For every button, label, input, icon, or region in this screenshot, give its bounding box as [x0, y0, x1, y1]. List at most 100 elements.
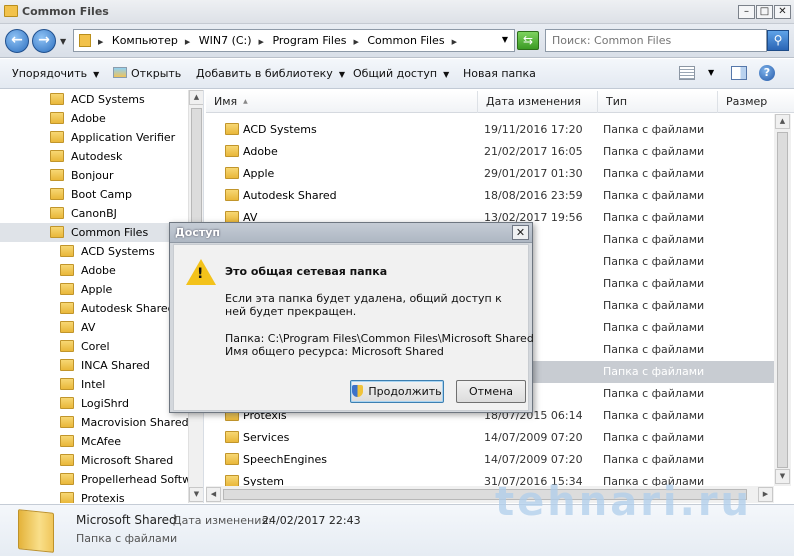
scroll-up-icon[interactable]: ▲ [189, 90, 203, 105]
organize-button[interactable]: Упорядочить ▼ [12, 67, 99, 80]
nav-tree-item[interactable]: Autodesk [0, 147, 188, 166]
file-row[interactable]: Apple 29/01/2017 01:30 Папка с файлами [206, 163, 774, 185]
scroll-right-icon[interactable]: ▶ [758, 487, 773, 502]
nav-tree-item[interactable]: Microsoft Shared [0, 451, 188, 470]
nav-tree-label: McAfee [81, 435, 122, 448]
search-icon[interactable]: ⚲ [767, 30, 789, 51]
continue-button[interactable]: Продолжить [350, 380, 444, 403]
nav-tree-item[interactable]: Adobe [0, 109, 188, 128]
folder-icon [60, 302, 74, 314]
warning-exclamation-icon: ! [197, 266, 204, 282]
column-date-label: Дата изменения [486, 95, 581, 108]
file-row[interactable]: Adobe 21/02/2017 16:05 Папка с файлами [206, 141, 774, 163]
nav-tree-item[interactable]: Propellerhead Softwar [0, 470, 202, 489]
file-date: 18/08/2016 23:59 [484, 189, 583, 202]
file-name-cell: Apple [225, 163, 274, 185]
nav-tree-label: CanonBJ [71, 207, 117, 220]
chevron-down-icon: ▼ [443, 70, 450, 79]
nav-tree-item[interactable]: Bonjour [0, 166, 188, 185]
dialog-title: Доступ [175, 226, 221, 239]
file-name: Autodesk Shared [243, 189, 337, 202]
nav-tree-item[interactable]: Intel [0, 375, 188, 394]
file-name: Services [243, 431, 290, 444]
chevron-right-icon[interactable]: ▶ [353, 38, 358, 46]
search-input[interactable] [546, 30, 766, 51]
scroll-left-icon[interactable]: ◀ [206, 487, 221, 502]
scroll-down-icon[interactable]: ▼ [189, 487, 203, 502]
file-name-cell: Adobe [225, 141, 278, 163]
folder-icon [225, 145, 239, 157]
nav-tree-item[interactable]: Adobe [0, 261, 188, 280]
column-size[interactable]: Размер [718, 91, 794, 113]
address-field[interactable]: ▶ Компьютер ▶ WIN7 (C:) ▶ Program Files ▶ C… [73, 29, 515, 52]
file-list-vertical-scrollbar[interactable]: ▲ ▼ [774, 114, 791, 486]
column-name[interactable]: Имя ▲ [206, 91, 478, 113]
nav-tree-item[interactable]: Protexis [0, 489, 188, 503]
chevron-down-icon[interactable]: ▼ [708, 68, 714, 77]
file-name-cell: SpeechEngines [225, 449, 327, 471]
refresh-button[interactable]: ⇆ [517, 31, 539, 50]
nav-tree-item[interactable]: INCA Shared [0, 356, 188, 375]
nav-tree-item[interactable]: McAfee [0, 432, 188, 451]
nav-tree-item[interactable]: Apple [0, 280, 188, 299]
search-box[interactable] [545, 29, 767, 52]
nav-tree-item[interactable]: Corel [0, 337, 188, 356]
breadcrumb-drive[interactable]: WIN7 (C:) [199, 34, 252, 47]
add-to-library-button[interactable]: Добавить в библиотеку ▼ [196, 67, 345, 80]
help-icon[interactable]: ? [759, 65, 775, 81]
breadcrumb-common-files[interactable]: Common Files [367, 34, 444, 47]
folder-icon [50, 188, 64, 200]
column-type[interactable]: Тип [598, 91, 718, 113]
column-size-label: Размер [726, 95, 768, 108]
back-button[interactable]: ← [5, 29, 29, 53]
file-row[interactable]: Services 14/07/2009 07:20 Папка с файлами [206, 427, 774, 449]
chevron-right-icon[interactable]: ▶ [259, 38, 264, 46]
nav-tree-item[interactable]: Autodesk Shared [0, 299, 188, 318]
nav-tree-label: Application Verifier [71, 131, 176, 144]
chevron-right-icon[interactable]: ▶ [98, 38, 103, 46]
nav-tree-label: Bonjour [71, 169, 114, 182]
file-row[interactable]: SpeechEngines 14/07/2009 07:20 Папка с фай… [206, 449, 774, 471]
forward-button[interactable]: → [32, 29, 56, 53]
chevron-right-icon[interactable]: ▶ [185, 38, 190, 46]
recent-pages-dropdown-icon[interactable]: ▼ [60, 37, 66, 46]
nav-tree-item[interactable]: Boot Camp [0, 185, 188, 204]
nav-tree-item[interactable]: LogiShrd [0, 394, 188, 413]
nav-tree-item[interactable]: ACD Systems [0, 242, 188, 261]
file-type: Папка с файлами [603, 321, 705, 334]
open-button[interactable]: Открыть [113, 67, 181, 80]
preview-pane-icon[interactable] [731, 66, 747, 80]
nav-tree-item[interactable]: CanonBJ [0, 204, 188, 223]
new-folder-button[interactable]: Новая папка [463, 67, 536, 80]
dialog-folder-path: Папка: C:\Program Files\Common Files\Mic… [225, 332, 534, 345]
share-warning-dialog: Доступ ✕ ! Это общая сетевая папка Если … [169, 222, 534, 413]
view-options-icon[interactable] [679, 66, 695, 80]
file-row[interactable]: Autodesk Shared 18/08/2016 23:59 Папка с ф… [206, 185, 774, 207]
dialog-close-button[interactable]: ✕ [512, 225, 529, 240]
close-button[interactable]: ✕ [774, 5, 791, 19]
folder-icon [60, 435, 74, 447]
chevron-right-icon[interactable]: ▶ [452, 38, 457, 46]
column-date[interactable]: Дата изменения [478, 91, 598, 113]
cancel-button[interactable]: Отмена [456, 380, 526, 403]
folder-icon [50, 93, 64, 105]
file-row[interactable]: ACD Systems 19/11/2016 17:20 Папка с файла… [206, 119, 774, 141]
file-type: Папка с файлами [603, 277, 705, 290]
share-button[interactable]: Общий доступ ▼ [353, 67, 449, 80]
maximize-button[interactable]: □ [756, 5, 773, 19]
breadcrumb-program-files[interactable]: Program Files [272, 34, 346, 47]
folder-large-icon [18, 509, 54, 553]
scroll-thumb[interactable] [777, 132, 788, 468]
nav-tree-item[interactable]: Common Files [0, 223, 188, 242]
address-history-dropdown-icon[interactable]: ▼ [502, 35, 508, 44]
minimize-button[interactable]: – [738, 5, 755, 19]
nav-tree-item[interactable]: AV [0, 318, 188, 337]
scroll-up-icon[interactable]: ▲ [775, 114, 790, 129]
file-type: Папка с файлами [603, 387, 705, 400]
scroll-down-icon[interactable]: ▼ [775, 469, 790, 484]
nav-tree-label: LogiShrd [81, 397, 129, 410]
nav-tree-item[interactable]: Application Verifier [0, 128, 188, 147]
breadcrumb-computer[interactable]: Компьютер [112, 34, 178, 47]
nav-tree-item[interactable]: Macrovision Shared [0, 413, 189, 432]
nav-tree-item[interactable]: ACD Systems [0, 90, 188, 109]
